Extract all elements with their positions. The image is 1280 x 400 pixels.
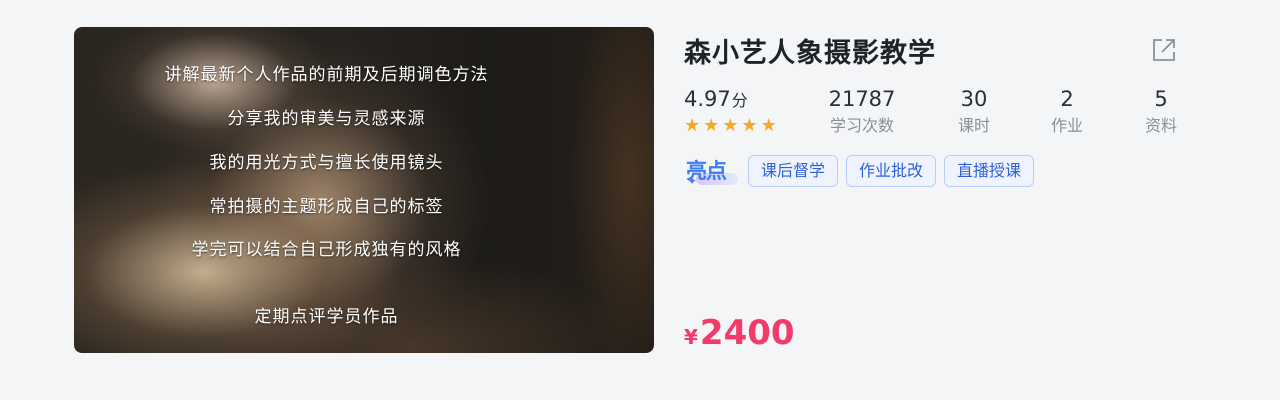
star-icon: ★ [760, 115, 777, 136]
stat-lessons: 30 课时 [944, 85, 1004, 138]
external-link-icon[interactable] [1149, 35, 1179, 65]
stat-label: 作业 [1050, 116, 1083, 135]
course-info: 森小艺人象摄影教学 4.97分 ★ ★ ★ ★ ★ 21787 学习次数 30 … [684, 27, 1194, 353]
cover-line: 定期点评学员作品 [254, 307, 399, 327]
cover-line: 讲解最新个人作品的前期及后期调色方法 [164, 65, 489, 85]
cover-line: 常拍摄的主题形成自己的标签 [209, 197, 444, 217]
star-icon: ★ [684, 115, 701, 136]
stat-homework: 2 作业 [1037, 85, 1097, 138]
price-value: 2400 [699, 313, 795, 353]
rating-stars: ★ ★ ★ ★ ★ [684, 116, 777, 136]
feature-tags: ✦ 亮点 课后督学 作业批改 直播授课 [684, 151, 1035, 191]
star-icon: ★ [722, 115, 739, 136]
tag-live-class[interactable]: 直播授课 [944, 155, 1035, 187]
stat-value: 2 [1060, 87, 1074, 111]
price-currency: ¥ [684, 325, 698, 349]
stat-label: 课时 [957, 116, 990, 135]
stat-value: 30 [960, 87, 988, 111]
rating-score: 4.97 [684, 87, 731, 111]
cover-line: 我的用光方式与擅长使用镜头 [209, 153, 444, 173]
course-card: 讲解最新个人作品的前期及后期调色方法 分享我的审美与灵感来源 我的用光方式与擅长… [74, 27, 1194, 353]
rating-unit: 分 [731, 91, 748, 110]
stat-materials: 5 资料 [1131, 85, 1191, 138]
cover-line: 学完可以结合自己形成独有的风格 [191, 240, 462, 260]
course-title: 森小艺人象摄影教学 [684, 38, 936, 69]
stat-label: 学习次数 [829, 116, 894, 135]
stat-study-count: 21787 学习次数 [822, 85, 902, 138]
course-cover-image[interactable]: 讲解最新个人作品的前期及后期调色方法 分享我的审美与灵感来源 我的用光方式与擅长… [74, 27, 654, 353]
star-icon: ★ [741, 115, 758, 136]
cover-text-overlay: 讲解最新个人作品的前期及后期调色方法 分享我的审美与灵感来源 我的用光方式与擅长… [74, 27, 579, 353]
cover-line: 分享我的审美与灵感来源 [227, 109, 426, 129]
stat-value: 5 [1154, 87, 1168, 111]
tag-homework-review[interactable]: 作业批改 [846, 155, 937, 187]
tag-after-class-supervision[interactable]: 课后督学 [748, 155, 839, 187]
stat-value: 21787 [828, 87, 896, 111]
highlight-badge: ✦ 亮点 [684, 151, 740, 191]
star-icon: ★ [703, 115, 720, 136]
stat-label: 资料 [1144, 116, 1177, 135]
course-price: ¥2400 [684, 313, 795, 353]
rating: 4.97分 ★ ★ ★ ★ ★ [684, 85, 777, 136]
